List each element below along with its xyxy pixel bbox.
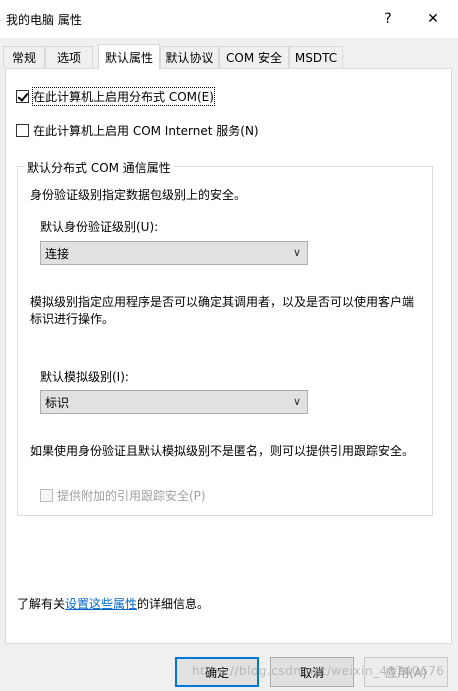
auth-level-label: 默认身份验证级别(U): — [40, 220, 159, 234]
settings-help-link[interactable]: 设置这些属性 — [65, 597, 137, 611]
enable-com-internet-option[interactable]: 在此计算机上启用 COM Internet 服务(N) — [16, 122, 259, 139]
group-title: 默认分布式 COM 通信属性 — [24, 159, 174, 176]
title-bar: 我的电脑 属性 ? ✕ — [0, 0, 458, 38]
impersonation-description-line2: 标识进行操作。 — [30, 312, 115, 326]
close-button[interactable]: ✕ — [411, 0, 455, 38]
impersonation-description-line1: 模拟级别指定应用程序是否可以确定其调用者，以及是否可以使用客户端 — [30, 295, 415, 309]
reference-tracking-label: 提供附加的引用跟踪安全(P) — [57, 489, 206, 503]
impersonation-level-label: 默认模拟级别(I): — [40, 370, 129, 384]
enable-com-internet-label: 在此计算机上启用 COM Internet 服务(N) — [33, 124, 259, 138]
watermark: https://blog.csdn.net/weixin_48740676 — [192, 664, 445, 678]
reference-tracking-checkbox[interactable] — [40, 489, 53, 502]
footer-help-text: 了解有关设置这些属性的详细信息。 — [17, 597, 210, 611]
tab-default-protocols[interactable]: 默认协议 — [160, 46, 219, 68]
tab-strip: 常规 选项 默认属性 默认协议 COM 安全 MSDTC — [0, 44, 458, 70]
reference-tracking-description: 如果使用身份验证且默认模拟级别不是匿名，则可以提供引用跟踪安全。 — [30, 444, 415, 458]
auth-level-value: 连接 — [45, 246, 70, 261]
enable-com-internet-checkbox[interactable] — [16, 124, 29, 137]
tab-general[interactable]: 常规 — [3, 46, 45, 68]
impersonation-level-value: 标识 — [45, 395, 70, 410]
chevron-down-icon: ∨ — [292, 246, 301, 259]
enable-dcom-checkbox[interactable] — [16, 90, 29, 103]
chevron-down-icon: ∨ — [292, 395, 301, 408]
reference-tracking-option[interactable]: 提供附加的引用跟踪安全(P) — [40, 487, 206, 504]
enable-dcom-label: 在此计算机上启用分布式 COM(E) — [32, 87, 215, 106]
enable-dcom-option[interactable]: 在此计算机上启用分布式 COM(E) — [16, 87, 215, 106]
tab-msdtc[interactable]: MSDTC — [289, 46, 343, 68]
tab-options[interactable]: 选项 — [45, 46, 93, 68]
impersonation-level-select[interactable]: 标识 ∨ — [40, 390, 308, 414]
tab-default-properties[interactable]: 默认属性 — [98, 44, 160, 70]
auth-level-select[interactable]: 连接 ∨ — [40, 241, 308, 265]
tab-com-security[interactable]: COM 安全 — [219, 46, 289, 68]
window-title: 我的电脑 属性 — [6, 13, 82, 27]
help-button[interactable]: ? — [366, 0, 410, 38]
auth-description: 身份验证级别指定数据包级别上的安全。 — [30, 188, 247, 202]
